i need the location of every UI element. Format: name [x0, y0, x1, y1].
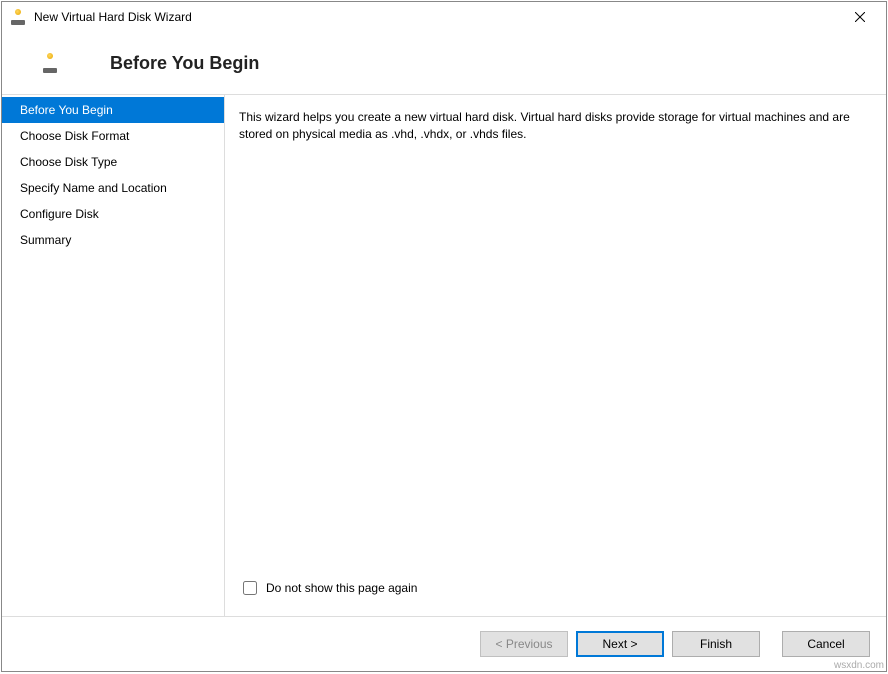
page-title: Before You Begin: [110, 53, 259, 74]
step-summary[interactable]: Summary: [2, 227, 224, 253]
skip-page-row: Do not show this page again: [239, 578, 864, 598]
wizard-main-panel: This wizard helps you create a new virtu…: [224, 95, 886, 616]
step-before-you-begin[interactable]: Before You Begin: [2, 97, 224, 123]
watermark: wsxdn.com: [834, 660, 884, 671]
skip-page-label[interactable]: Do not show this page again: [266, 581, 417, 595]
wizard-header: Before You Begin: [2, 32, 886, 95]
step-configure-disk[interactable]: Configure Disk: [2, 201, 224, 227]
step-specify-name-location[interactable]: Specify Name and Location: [2, 175, 224, 201]
window-title: New Virtual Hard Disk Wizard: [34, 10, 838, 24]
close-icon: [855, 12, 865, 22]
wizard-window: New Virtual Hard Disk Wizard Before You …: [1, 1, 887, 672]
wizard-footer: < Previous Next > Finish Cancel: [2, 616, 886, 671]
titlebar: New Virtual Hard Disk Wizard: [2, 2, 886, 32]
step-choose-disk-type[interactable]: Choose Disk Type: [2, 149, 224, 175]
cancel-button[interactable]: Cancel: [782, 631, 870, 657]
wizard-steps-sidebar: Before You Begin Choose Disk Format Choo…: [2, 95, 224, 616]
step-choose-disk-format[interactable]: Choose Disk Format: [2, 123, 224, 149]
finish-button[interactable]: Finish: [672, 631, 760, 657]
content-area: Before You Begin Choose Disk Format Choo…: [2, 95, 886, 616]
previous-button: < Previous: [480, 631, 568, 657]
next-button[interactable]: Next >: [576, 631, 664, 657]
wizard-description: This wizard helps you create a new virtu…: [239, 109, 864, 144]
skip-page-checkbox[interactable]: [243, 581, 257, 595]
disk-wizard-icon: [10, 8, 28, 26]
close-button[interactable]: [838, 3, 882, 31]
disk-wizard-icon: [42, 52, 64, 74]
